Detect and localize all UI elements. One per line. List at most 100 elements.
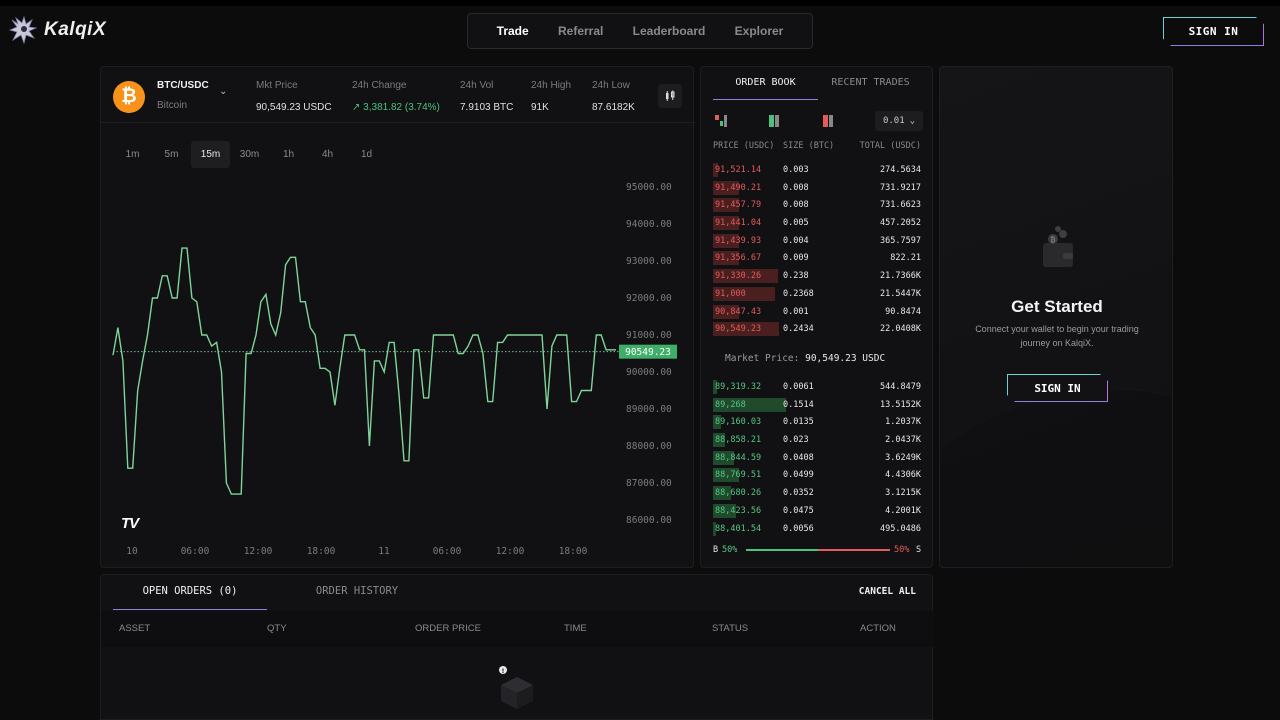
timeframe-1d[interactable]: 1d [347,141,386,168]
ask-row[interactable]: 91,000 0.2368 21.5447K [713,285,921,303]
stat-24h-vol: 24h Vol 7.9103 BTC [460,80,513,113]
ask-total: 274.5634 [880,165,921,175]
tab-order-book[interactable]: ORDER BOOK [713,75,818,100]
cancel-all-button[interactable]: CANCEL ALL [859,586,916,597]
bid-total: 4.4306K [885,470,921,481]
ask-row[interactable]: 90,549.23 0.2434 22.0408K [713,320,921,338]
tab-open-orders[interactable]: OPEN ORDERS (0) [113,585,267,610]
ask-price: 90,847.43 [715,306,762,317]
buy-sell-ratio: B 50% 50% S [713,545,923,557]
x-tick-label: 12:00 [496,546,525,557]
orders-table-header: ASSET QTY ORDER PRICE TIME STATUS ACTION [101,611,934,647]
x-tick-label: 06:00 [181,546,210,557]
ask-row[interactable]: 91,457.79 0.008 731.6623 [713,196,921,214]
bid-price: 88,844.59 [715,452,762,463]
stat-value: 7.9103 BTC [460,102,514,113]
stat-change-value: 3,381.82 (3.74%) [363,102,440,113]
ask-price: 91,330.26 [715,271,762,282]
ask-total: 457.2052 [880,218,921,229]
bid-price: 89,268 [715,399,746,410]
view-asks-icon[interactable] [823,115,835,127]
chevron-down-icon[interactable]: ⌄ [219,86,227,97]
precision-select[interactable]: 0.01 ⌄ [875,111,923,131]
orders-panel: OPEN ORDERS (0) ORDER HISTORY CANCEL ALL… [100,574,934,720]
bid-price: 88,769.51 [715,470,762,481]
candlestick-icon[interactable] [658,84,682,108]
precision-value: 0.01 [882,116,905,126]
sign-in-button[interactable]: SIGN IN [1163,17,1264,46]
stat-24h-high: 24h High 91K [531,80,571,113]
price-series-line [112,247,616,495]
get-started-description: Connect your wallet to begin your tradin… [975,324,1139,348]
y-tick-label: 87000.00 [626,478,672,489]
stat-label: 24h High [531,80,572,91]
y-tick-label: 92000.00 [626,293,672,304]
nav-referral[interactable]: Referral [558,24,603,38]
order-book-panel: ORDER BOOK RECENT TRADES 0.01 ⌄ PRICE (US… [700,66,933,568]
bid-row[interactable]: 88,769.51 0.0499 4.4306K [713,466,921,484]
asks-list: 91,521.14 0.003 274.5634 91,490.21 0.008 731.… [713,161,921,338]
sell-ratio-bar [818,549,890,551]
y-tick-label: 95000.00 [626,182,672,193]
bid-price: 89,160.03 [715,417,762,428]
bids-list: 89,319.32 0.0061 544.8479 89,268 0.1514 13.51… [713,378,921,537]
stat-24h-change: 24h Change ↗ 3,381.82 (3.74%) [352,80,440,113]
ask-row[interactable]: 91,330.26 0.238 21.7366K [713,267,921,285]
trend-up-icon: ↗ [352,102,364,113]
nav-leaderboard[interactable]: Leaderboard [633,24,706,38]
order-book-tabs: ORDER BOOK RECENT TRADES [713,75,923,100]
timeframe-4h[interactable]: 4h [308,141,347,168]
timeframe-1m[interactable]: 1m [113,141,152,168]
col-price: PRICE (USDC) [713,141,775,151]
ask-size: 0.008 [783,200,809,211]
bid-row[interactable]: 88,401.54 0.0056 495.0486 [713,520,921,538]
buy-label: B [713,545,719,555]
bid-row[interactable]: 88,858.21 0.023 2.0437K [713,431,921,449]
ask-total: 365.7597 [880,235,921,246]
x-tick-label: 10 [126,546,138,557]
y-tick-label: 89000.00 [626,404,672,415]
ask-row[interactable]: 91,521.14 0.003 274.5634 [713,161,921,179]
ask-size: 0.005 [783,218,809,229]
bid-row[interactable]: 88,844.59 0.0408 3.6249K [713,449,921,467]
timeframe-30m[interactable]: 30m [230,141,269,168]
bid-size: 0.0352 [783,488,814,499]
bid-row[interactable]: 89,268 0.1514 13.5152K [713,396,921,414]
col-size: SIZE (BTC) [783,141,835,151]
view-both-icon[interactable] [715,115,728,127]
ask-row[interactable]: 91,490.21 0.008 731.9217 [713,179,921,197]
ask-row[interactable]: 91,356.67 0.009 822.21 [713,249,921,267]
bid-row[interactable]: 88,423.56 0.0475 4.2001K [713,502,921,520]
ask-total: 22.0408K [880,324,921,335]
bid-row[interactable]: 89,319.32 0.0061 544.8479 [713,378,921,396]
nav-trade[interactable]: Trade [497,24,529,38]
nav-explorer[interactable]: Explorer [735,24,784,38]
bid-row[interactable]: 89,160.03 0.0135 1.2037K [713,413,921,431]
stat-label: Mkt Price [256,80,298,91]
pair-asset-name: Bitcoin [157,100,188,111]
buy-percent: 50% [722,545,738,555]
timeframe-15m[interactable]: 15m [191,141,230,168]
ask-row[interactable]: 90,847.43 0.001 90.8474 [713,303,921,321]
ask-row[interactable]: 91,441.04 0.005 457.2052 [713,214,921,232]
get-started-sign-in-button[interactable]: SIGN IN [1007,374,1108,402]
ask-total: 90.8474 [885,306,921,317]
pair-name[interactable]: BTC/USDC [157,80,209,91]
market-price-value: 90,549.23 USDC [805,353,886,364]
view-bids-icon[interactable] [769,115,781,127]
tab-order-history[interactable]: ORDER HISTORY [280,585,434,610]
ask-row[interactable]: 91,439.93 0.004 365.7597 [713,232,921,250]
timeframe-5m[interactable]: 5m [152,141,191,168]
tab-recent-trades[interactable]: RECENT TRADES [818,75,923,99]
current-price-label: 90549.23 [625,347,671,358]
bid-row[interactable]: 88,680.26 0.0352 3.1215K [713,484,921,502]
ask-price: 90,549.23 [715,324,762,335]
chart-panel: ₿ BTC/USDC Bitcoin ⌄ Mkt Price 90,549.23… [100,66,695,568]
stat-mkt-price: Mkt Price 90,549.23 USDC [256,80,332,113]
ask-price: 91,356.67 [715,253,762,264]
logo[interactable]: KalqiX [8,14,106,46]
timeframe-1h[interactable]: 1h [269,141,308,168]
price-chart[interactable]: 95000.00 94000.00 93000.00 92000.00 91000.00… [101,177,695,567]
tradingview-logo-icon[interactable]: TV [121,515,139,532]
bid-total: 13.5152K [880,399,921,410]
